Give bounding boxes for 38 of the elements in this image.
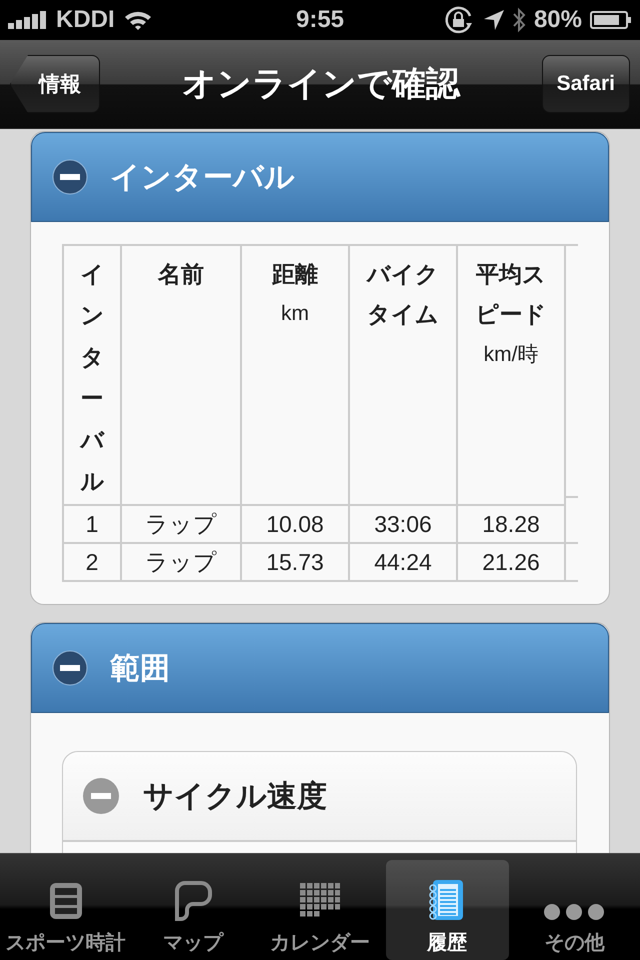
section-title: インターバル (110, 160, 295, 196)
battery-icon (590, 10, 632, 30)
clock-time: 9:55 (296, 6, 344, 34)
page-title: オンラインで確認 (182, 64, 460, 105)
column-header: バイクタイム (367, 260, 439, 330)
location-icon (484, 10, 504, 30)
bluetooth-icon (512, 7, 526, 33)
column-header: 距離 (271, 260, 319, 289)
table-cell: 18.28 (482, 510, 540, 538)
tab-item[interactable]: カレンダー (258, 860, 382, 960)
column-header: 名前 (156, 260, 205, 289)
carrier-name: KDDI (56, 6, 115, 34)
signal-icon (8, 11, 48, 29)
table-cell: 44:24 (374, 548, 432, 576)
column-unit: km/時 (484, 342, 538, 368)
section-title: 範囲 (110, 650, 170, 686)
table-cell: 15.73 (266, 548, 324, 576)
subsection-header[interactable]: サイクル速度 (63, 752, 576, 842)
table-cell: 21.26 (482, 548, 540, 576)
wifi-icon (122, 9, 153, 31)
tab-item[interactable]: スポーツ時計 (4, 860, 128, 960)
table-cell: 2 (86, 548, 98, 576)
table-cell: 1 (86, 510, 98, 538)
safari-button[interactable]: Safari (542, 55, 630, 113)
table-cell: 10.08 (266, 510, 324, 538)
table-cell: 33:06 (374, 510, 432, 538)
tab-item[interactable]: その他 (512, 860, 636, 960)
table-cell-text: ラップ (145, 548, 217, 576)
column-header: インターバル (80, 260, 104, 496)
tab-item[interactable]: 履歴 (386, 860, 509, 960)
tab-item[interactable]: マップ (131, 860, 254, 960)
subsection-title: サイクル速度 (143, 778, 327, 814)
column-unit: km (281, 301, 309, 328)
back-button[interactable]: 情報 (10, 55, 100, 113)
table-cell-text: ラップ (145, 510, 217, 538)
more-icon (543, 903, 606, 921)
column-header: 平均スピード (475, 260, 547, 330)
battery-percent: 80% (534, 6, 582, 34)
